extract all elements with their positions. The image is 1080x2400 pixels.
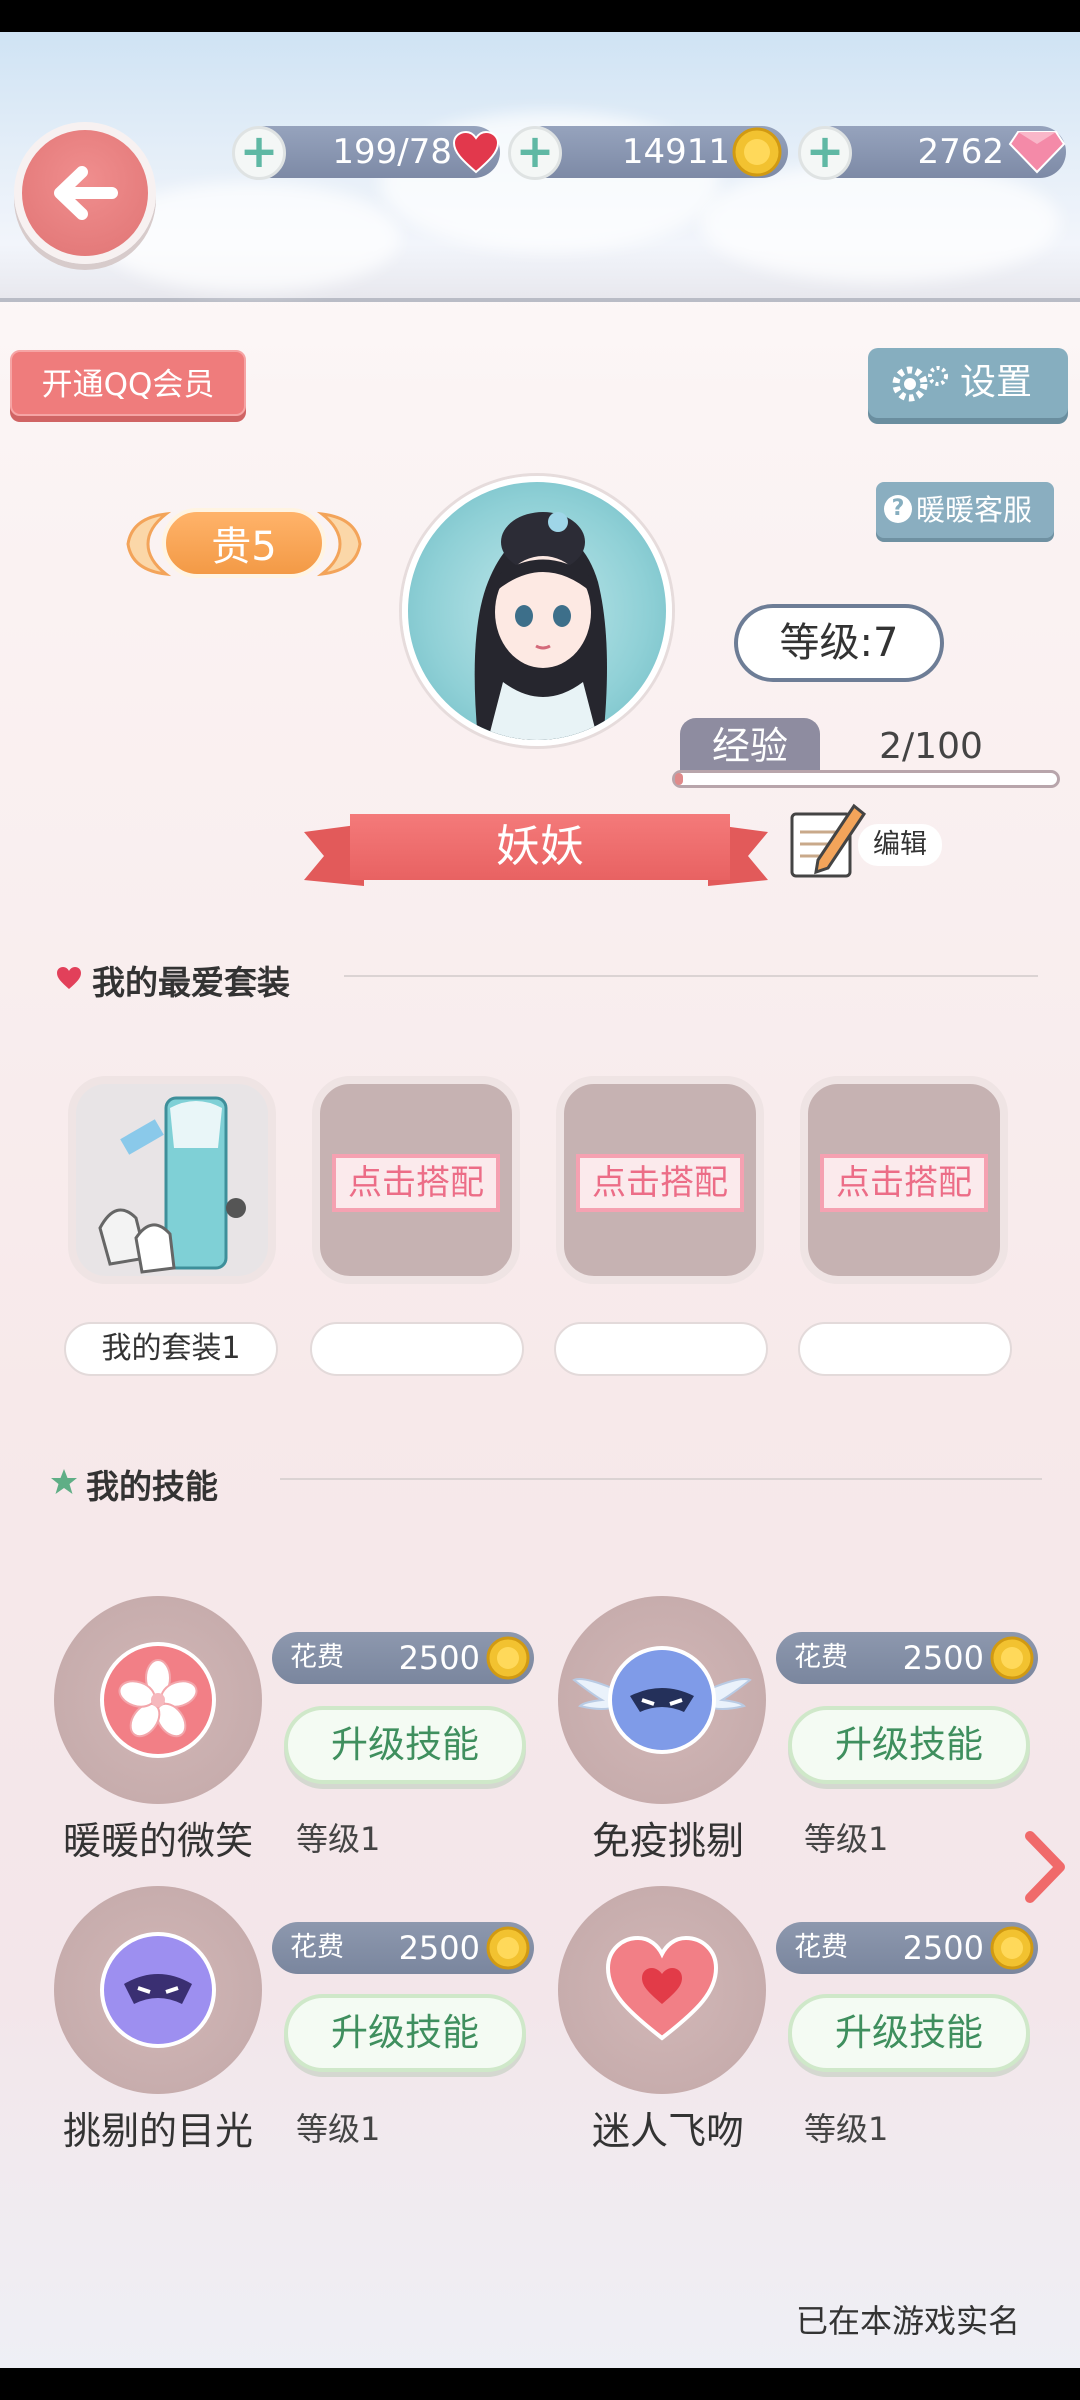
cost-label: 花费 xyxy=(290,1932,344,1963)
outfit-slot-1[interactable] xyxy=(68,1076,276,1284)
skill-icon-holder[interactable] xyxy=(558,1596,766,1804)
outfit-name-4[interactable] xyxy=(798,1322,1012,1376)
realname-status: 已在本游戏实名 xyxy=(796,2302,1021,2340)
add-gold-button[interactable]: + xyxy=(508,126,562,180)
skill-icon-holder[interactable] xyxy=(558,1886,766,2094)
status-bar xyxy=(0,0,1080,32)
skill-level: 等级1 xyxy=(804,1820,889,1858)
player-level: 等级:7 xyxy=(734,604,944,682)
settings-button[interactable]: 设置 xyxy=(868,348,1068,418)
outfit-slot-4[interactable]: 点击搭配 xyxy=(800,1076,1008,1284)
outfits-section-title: 我的最爱套装 xyxy=(92,963,290,1002)
skill-cost: 花费 2500 xyxy=(776,1632,1038,1684)
outfit-slot-3[interactable]: 点击搭配 xyxy=(556,1076,764,1284)
purple-mask-icon xyxy=(100,1932,216,2048)
settings-label: 设置 xyxy=(960,362,1033,403)
outfit-slot-2[interactable]: 点击搭配 xyxy=(312,1076,520,1284)
skill-name: 暖暖的微笑 xyxy=(62,1819,253,1863)
gold-coin-icon xyxy=(990,1636,1034,1680)
vip-level-label: 贵5 xyxy=(162,508,326,578)
heart-bullet-icon xyxy=(57,967,81,989)
chevron-right-icon[interactable] xyxy=(1022,1830,1068,1904)
skill-name: 挑剔的目光 xyxy=(62,2109,253,2153)
exp-value: 2/100 xyxy=(879,726,983,767)
cost-value: 2500 xyxy=(398,1929,480,1967)
outfit-name-3[interactable] xyxy=(554,1322,768,1376)
skill-level: 等级1 xyxy=(296,2110,381,2148)
match-outfit-label: 点击搭配 xyxy=(820,1154,988,1212)
upgrade-skill-button[interactable]: 升级技能 xyxy=(284,1994,526,2072)
skill-cost: 花费 2500 xyxy=(272,1922,534,1974)
qq-vip-button[interactable]: 开通QQ会员 xyxy=(10,350,246,416)
skill-name: 免疫挑剔 xyxy=(591,1819,744,1863)
customer-service-label: 暖暖客服 xyxy=(916,493,1033,527)
back-button[interactable] xyxy=(14,122,156,264)
gold-value: 14911 xyxy=(621,132,730,172)
upgrade-skill-button[interactable]: 升级技能 xyxy=(788,1994,1030,2072)
skill-level: 等级1 xyxy=(296,1820,381,1858)
navigation-bar xyxy=(0,2368,1080,2400)
upgrade-label: 升级技能 xyxy=(331,2011,479,2054)
stamina-value: 199/78 xyxy=(332,132,452,172)
back-arrow-icon xyxy=(54,166,118,220)
skill-name: 迷人飞吻 xyxy=(591,2109,744,2153)
exp-progress-fill xyxy=(675,773,683,785)
diamond-icon xyxy=(1008,131,1066,174)
heart-icon xyxy=(605,1935,719,2041)
vip-badge: 贵5 xyxy=(122,498,366,590)
upgrade-skill-button[interactable]: 升级技能 xyxy=(284,1706,526,1784)
skills-section-title: 我的技能 xyxy=(86,1467,218,1506)
gold-coin-icon xyxy=(486,1926,530,1970)
skill-level: 等级1 xyxy=(804,2110,889,2148)
skill-cost: 花费 2500 xyxy=(272,1632,534,1684)
cost-label: 花费 xyxy=(794,1642,848,1673)
outfit-preview-icon xyxy=(98,1096,246,1274)
exp-progress-bar xyxy=(672,770,1060,788)
add-stamina-button[interactable]: + xyxy=(232,126,286,180)
gold-coin-icon xyxy=(486,1636,530,1680)
avatar[interactable] xyxy=(402,476,672,746)
gold-coin-icon xyxy=(990,1926,1034,1970)
skill-icon-holder[interactable] xyxy=(54,1596,262,1804)
cost-label: 花费 xyxy=(794,1932,848,1963)
section-divider xyxy=(344,975,1038,977)
upgrade-label: 升级技能 xyxy=(835,2011,983,2054)
pencil-notepad-icon[interactable] xyxy=(788,800,868,880)
help-icon: ? xyxy=(884,495,912,523)
heart-icon xyxy=(452,130,500,174)
edit-nickname-button[interactable]: 编辑 xyxy=(858,824,942,866)
section-divider xyxy=(280,1478,1042,1480)
match-outfit-label: 点击搭配 xyxy=(332,1154,500,1212)
winged-mask-icon xyxy=(572,1646,752,1754)
upgrade-skill-button[interactable]: 升级技能 xyxy=(788,1706,1030,1784)
gear-icon xyxy=(892,366,948,402)
exp-label: 经验 xyxy=(680,718,820,774)
match-outfit-label: 点击搭配 xyxy=(576,1154,744,1212)
cost-value: 2500 xyxy=(902,1929,984,1967)
add-diamond-button[interactable]: + xyxy=(798,126,852,180)
star-bullet-icon xyxy=(51,1469,77,1494)
cost-value: 2500 xyxy=(902,1639,984,1677)
player-nickname: 妖妖 xyxy=(350,814,730,880)
cost-label: 花费 xyxy=(290,1642,344,1673)
customer-service-button[interactable]: ? 暖暖客服 xyxy=(876,482,1054,538)
skill-icon-holder[interactable] xyxy=(54,1886,262,2094)
character-portrait-icon xyxy=(474,512,607,740)
skill-cost: 花费 2500 xyxy=(776,1922,1038,1974)
outfit-name-1[interactable]: 我的套装1 xyxy=(64,1322,278,1376)
upgrade-label: 升级技能 xyxy=(331,1723,479,1766)
cost-value: 2500 xyxy=(398,1639,480,1677)
upgrade-label: 升级技能 xyxy=(835,1723,983,1766)
sakura-icon xyxy=(100,1642,216,1758)
diamond-value: 2762 xyxy=(917,132,1004,172)
gold-coin-icon xyxy=(732,127,782,177)
outfit-name-2[interactable] xyxy=(310,1322,524,1376)
